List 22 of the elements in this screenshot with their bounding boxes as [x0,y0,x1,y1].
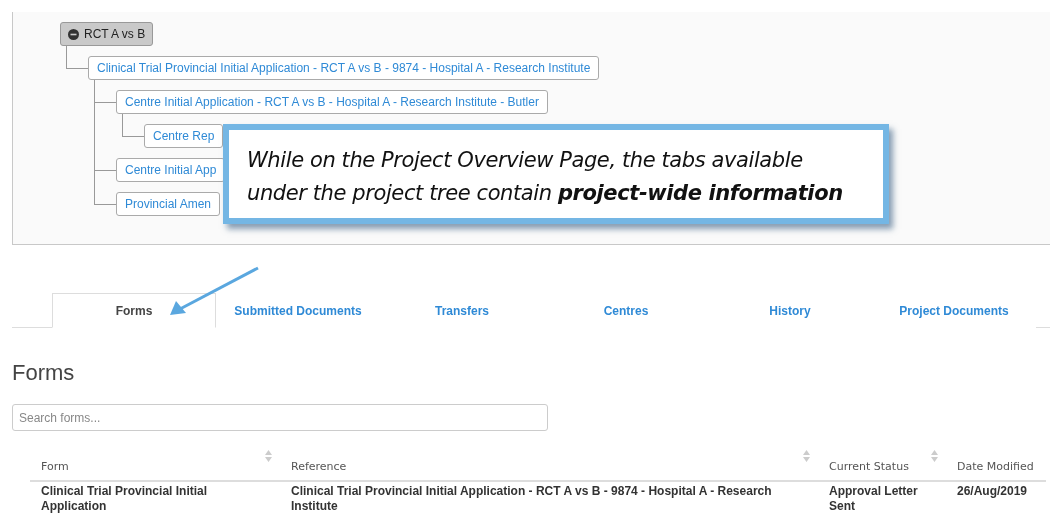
section-title: Forms [12,360,76,386]
sort-icon[interactable] [803,450,810,462]
tree-node[interactable]: Centre Initial App [116,158,226,182]
table-cell-text: 26/Aug/2019 [956,483,1029,500]
tree-node[interactable]: Provincial Amen [116,192,221,216]
column-header[interactable]: Reference [280,445,818,482]
callout-text: While on the Project Overview Page, the tabs available under the project tree contain project-wide information [223,124,889,224]
tree-root-node[interactable]: RCT A vs B [60,22,154,46]
column-header[interactable]: Current Status [818,445,946,482]
collapse-icon[interactable] [68,28,79,40]
column-header[interactable]: Date Modified [946,445,1046,482]
tree-node[interactable]: Clinical Trial Provincial Initial Application - RCT A vs B - 9874 - Hospital A - Research Institute [88,56,600,80]
sort-icon[interactable] [931,450,938,462]
tree-node[interactable]: Centre Rep [144,124,224,148]
tree-node[interactable]: Centre Initial Application - RCT A vs B - Hospital A - Research Institute - Butler [116,90,548,114]
table-cell-text: Approval Letter Sent [828,483,919,514]
table-cell-text: Clinical Trial Provincial Initial Application [40,483,209,514]
sort-icon[interactable] [265,450,272,462]
column-header[interactable]: Form [30,445,280,482]
tab[interactable]: Forms [52,293,216,328]
table-cell-text: Clinical Trial Provincial Initial Application - RCT A vs B - 9874 - Hospital A - Research Institute [290,483,773,514]
search-field[interactable]: Search forms... [12,404,548,431]
